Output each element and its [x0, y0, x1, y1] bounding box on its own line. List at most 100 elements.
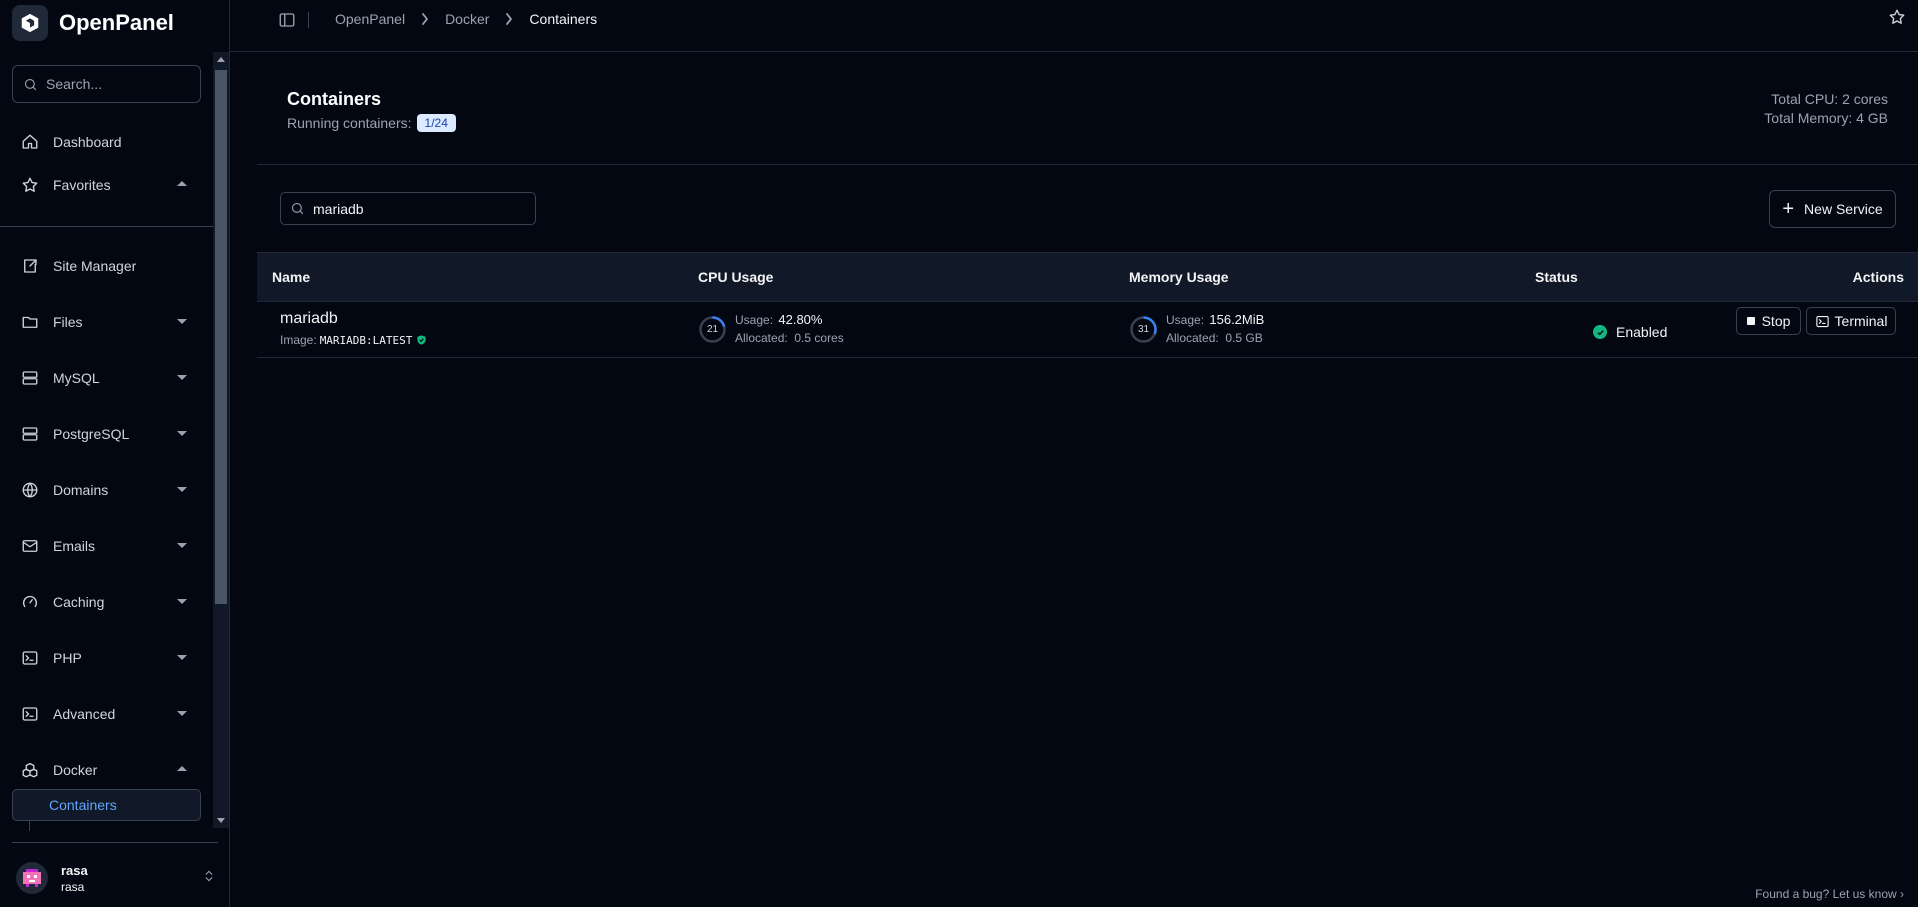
openpanel-logo-icon: [12, 5, 48, 41]
sidebar-scrollbar[interactable]: [213, 52, 229, 828]
sidebar-item-favorites[interactable]: Favorites: [12, 167, 201, 203]
search-icon: [23, 77, 38, 92]
stop-label: Stop: [1761, 313, 1791, 329]
scrollbar-thumb[interactable]: [215, 70, 227, 604]
cpu-usage-label: Usage:: [735, 313, 774, 327]
chevron-down-icon: [177, 487, 187, 492]
user-info: rasa rasa: [61, 863, 88, 894]
container-filter[interactable]: [280, 192, 536, 225]
terminal-square-icon: [21, 705, 39, 723]
sidebar-item-emails[interactable]: Emails: [12, 528, 201, 564]
sidebar-search[interactable]: [12, 65, 201, 103]
container-image: Image: MARIADB:LATEST: [280, 333, 427, 347]
sidebar-toggle-icon[interactable]: [278, 11, 296, 29]
sidebar-item-label: Favorites: [53, 177, 111, 193]
report-bug-text: Found a bug? Let us know: [1755, 887, 1897, 901]
image-tag: MARIADB:LATEST: [319, 333, 413, 347]
chevron-down-icon: [177, 375, 187, 380]
server-icon: [21, 369, 39, 387]
user-name: rasa: [61, 862, 88, 878]
memory-usage-label: Usage:: [1166, 313, 1205, 327]
terminal-button[interactable]: Terminal: [1806, 307, 1896, 335]
memory-allocated-value: 0.5 GB: [1225, 331, 1263, 345]
chevron-right-icon: ›: [1900, 887, 1904, 901]
chevron-up-icon: [177, 181, 187, 186]
sidebar-item-docker[interactable]: Docker: [12, 752, 201, 788]
sidebar-item-advanced[interactable]: Advanced: [12, 696, 201, 732]
cpu-ring-value: 21: [706, 323, 719, 335]
running-containers: Running containers: 1/24: [287, 114, 456, 132]
check-circle-icon: [1593, 325, 1607, 339]
chevron-down-icon: [177, 655, 187, 660]
column-status[interactable]: Status: [1535, 269, 1578, 285]
column-memory-usage[interactable]: Memory Usage: [1129, 269, 1229, 285]
breadcrumb: OpenPanel Docker Containers: [335, 11, 597, 27]
sidebar-item-label: Site Manager: [53, 258, 137, 274]
sidebar-item-dashboard[interactable]: Dashboard: [12, 124, 201, 160]
plus-icon: +: [1782, 198, 1795, 220]
memory-usage-cell: 31 Usage: 156.2MiB Allocated: 0.5 GB: [1129, 311, 1264, 347]
cpu-usage-cell: 21 Usage: 42.80% Allocated: 0.5 cores: [698, 311, 844, 347]
sidebar-item-caching[interactable]: Caching: [12, 584, 201, 620]
favorite-star-icon[interactable]: [1888, 8, 1906, 26]
column-cpu-usage[interactable]: CPU Usage: [698, 269, 773, 285]
brand[interactable]: OpenPanel: [12, 4, 174, 42]
avatar: [16, 862, 48, 894]
user-username: rasa: [61, 879, 85, 894]
memory-usage-value: 156.2MiB: [1209, 312, 1265, 327]
chevrons-up-down-icon: [202, 868, 216, 884]
search-icon: [290, 201, 305, 216]
server-icon: [21, 425, 39, 443]
stop-square-icon: [1746, 317, 1755, 325]
sidebar-search-input[interactable]: [46, 76, 196, 92]
sidebar-subitem-containers[interactable]: Containers: [12, 789, 201, 821]
sidebar-item-php[interactable]: PHP: [12, 640, 201, 676]
cpu-allocated-label: Allocated:: [735, 331, 788, 345]
breadcrumb-openpanel[interactable]: OpenPanel: [335, 11, 405, 27]
gauge-icon: [21, 593, 39, 611]
sidebar-item-files[interactable]: Files: [12, 304, 201, 340]
cpu-usage-text: Usage: 42.80% Allocated: 0.5 cores: [735, 311, 844, 347]
sidebar-item-label: Docker: [53, 762, 98, 778]
breadcrumb-docker[interactable]: Docker: [445, 11, 489, 27]
chevron-down-icon: [177, 711, 187, 716]
status-text: Enabled: [1616, 324, 1668, 340]
container-filter-input[interactable]: [313, 200, 533, 217]
container-name[interactable]: mariadb: [280, 310, 427, 328]
sidebar-item-site-manager[interactable]: Site Manager: [12, 248, 201, 284]
globe-icon: [21, 481, 39, 499]
terminal-square-icon: [1815, 314, 1830, 329]
column-actions: Actions: [1852, 269, 1904, 285]
sidebar-item-domains[interactable]: Domains: [12, 472, 201, 508]
home-icon: [21, 133, 39, 151]
status-badge: Enabled: [1593, 324, 1667, 340]
sidebar-item-label: Files: [53, 314, 83, 330]
site-manager-icon: [21, 257, 39, 275]
sidebar-item-label: Domains: [53, 482, 109, 498]
stop-button[interactable]: Stop: [1736, 307, 1801, 335]
report-bug-link[interactable]: Found a bug? Let us know ›: [1755, 887, 1904, 901]
terminal-label: Terminal: [1834, 313, 1888, 329]
scroll-down-icon[interactable]: [217, 818, 225, 823]
sidebar-item-label: PHP: [53, 650, 82, 666]
chevron-up-icon: [177, 766, 187, 771]
sidebar-item-postgresql[interactable]: PostgreSQL: [12, 416, 201, 452]
user-divider: [12, 842, 218, 843]
chevron-down-icon: [177, 543, 187, 548]
user-menu[interactable]: rasa rasa: [16, 858, 216, 898]
column-name[interactable]: Name: [272, 269, 310, 285]
memory-usage-ring: 31: [1129, 315, 1158, 344]
folder-icon: [21, 313, 39, 331]
verified-shield-icon: [416, 334, 427, 346]
sidebar-item-label: Dashboard: [53, 134, 122, 150]
topbar-separator: [308, 12, 309, 28]
sidebar-item-mysql[interactable]: MySQL: [12, 360, 201, 396]
total-cpu: Total CPU: 2 cores: [1771, 91, 1888, 107]
sidebar-item-label: PostgreSQL: [53, 426, 130, 442]
new-service-button[interactable]: + New Service: [1769, 190, 1896, 228]
page-header: Containers Running containers: 1/24 Tota…: [257, 52, 1918, 165]
star-icon: [21, 176, 39, 194]
scroll-up-icon[interactable]: [217, 57, 225, 62]
sidebar-tree-line: [29, 821, 30, 831]
table-row[interactable]: mariadb Image: MARIADB:LATEST 21 Usage: …: [257, 302, 1918, 358]
